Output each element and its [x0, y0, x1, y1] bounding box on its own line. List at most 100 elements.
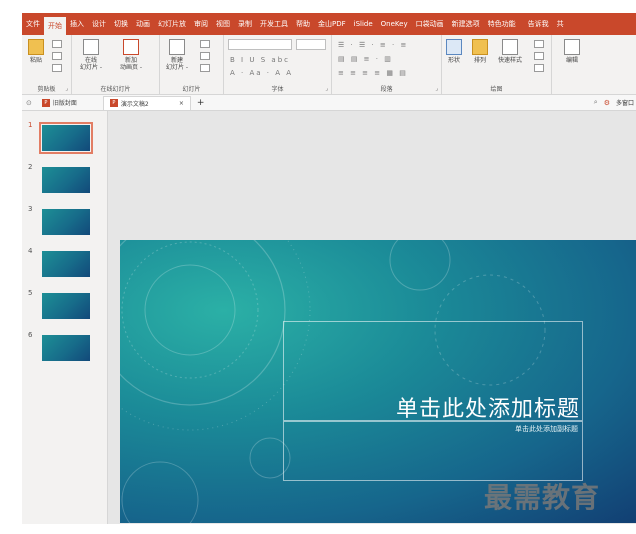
slide-editing-stage: 单击此处添加标题 单击此处添加副标题: [108, 111, 636, 524]
underline-button[interactable]: U: [249, 56, 256, 64]
slide-thumbnail[interactable]: [42, 209, 90, 235]
cut-icon[interactable]: [52, 40, 62, 48]
quick-style-icon: [502, 39, 518, 55]
slide-thumbnail-row[interactable]: 2: [22, 163, 108, 193]
layout-icon[interactable]: [200, 40, 210, 48]
drawing-group-label: 绘图: [490, 86, 503, 93]
ribbon-tab[interactable]: 录制: [234, 13, 256, 35]
arrange-button[interactable]: 排列: [472, 39, 488, 64]
clipboard-group-label: 剪贴板: [37, 86, 56, 93]
slide-number: 2: [28, 163, 33, 171]
section-icon[interactable]: [200, 64, 210, 72]
ppt-file-icon: P: [41, 98, 50, 107]
paragraph-group: ☰ · ☰ · ≡ · ≡ ▤ ▤ ≡ · ▥ ≡ ≡ ≡ ≡ ▦ ▤ 段落 ⌟: [332, 35, 442, 95]
ribbon-tab[interactable]: 文件: [22, 13, 44, 35]
reset-icon[interactable]: [200, 52, 210, 60]
list-buttons[interactable]: ☰ · ☰ · ≡ · ≡: [338, 41, 408, 49]
arrange-icon: [472, 39, 488, 55]
ribbon-tab-bar: 文件 开始 插入 设计 切换 动画 幻灯片放 审阅 视图 录制 开发工具 帮助 金山PDF iSlide O…: [22, 13, 636, 35]
ribbon-tab[interactable]: OneKey: [377, 13, 412, 35]
slide-thumbnail-row[interactable]: 5: [22, 289, 108, 319]
bold-button[interactable]: B: [230, 56, 237, 64]
shape-outline-icon[interactable]: [534, 52, 544, 60]
copy-icon[interactable]: [52, 52, 62, 60]
ribbon-tab[interactable]: 设计: [88, 13, 110, 35]
ribbon-tab[interactable]: iSlide: [350, 13, 377, 35]
clipboard-group: 粘贴 剪贴板 ⌟: [22, 35, 72, 95]
ribbon-tab[interactable]: 口袋动画: [412, 13, 448, 35]
ribbon-tab[interactable]: 特色功能: [484, 13, 520, 35]
ribbon-tab[interactable]: 告诉我: [524, 13, 553, 35]
new-anim-page-button[interactable]: 新加 动画页 -: [120, 39, 142, 71]
ribbon-tab[interactable]: 幻灯片放: [154, 13, 190, 35]
new-tab-button[interactable]: +: [197, 98, 205, 108]
search-icon[interactable]: ⌕: [594, 98, 598, 107]
slide-thumbnail[interactable]: [42, 167, 90, 193]
new-slide-icon: [169, 39, 186, 55]
slide-thumbnail[interactable]: [42, 335, 90, 361]
ppt-file-icon: P: [109, 99, 118, 107]
strike-button[interactable]: S: [261, 56, 267, 64]
paragraph-group-label: 段落: [380, 86, 393, 93]
tab-menu-icon[interactable]: ⊙: [26, 99, 32, 107]
italic-button[interactable]: I: [241, 56, 245, 64]
ribbon-tab[interactable]: 开始: [44, 17, 66, 35]
ribbon-tab[interactable]: 视图: [212, 13, 234, 35]
slide-thumbnail[interactable]: [39, 122, 93, 154]
powerpoint-window: 文件 开始 插入 设计 切换 动画 幻灯片放 审阅 视图 录制 开发工具 帮助 金山PDF iSlide O…: [0, 0, 636, 534]
quick-style-button[interactable]: 快速样式: [498, 39, 522, 64]
font-format-row[interactable]: B I U S abc: [230, 56, 290, 64]
align-buttons[interactable]: ≡ ≡ ≡ ≡ ▦ ▤: [338, 69, 408, 77]
slide-number: 1: [28, 121, 33, 129]
ribbon-tab[interactable]: 新建选项: [448, 13, 484, 35]
shape-fill-icon[interactable]: [534, 40, 544, 48]
online-slides-icon: [83, 39, 100, 55]
slide-thumbnail-pane: 1 2 3 4 5 6: [22, 111, 108, 524]
title-placeholder-text[interactable]: 单击此处添加标题: [282, 391, 580, 423]
settings-icon[interactable]: ⚙: [604, 99, 610, 107]
shape-effects-icon[interactable]: [534, 64, 544, 72]
slide-thumbnail[interactable]: [42, 251, 90, 277]
format-painter-icon[interactable]: [52, 64, 62, 72]
font-color-row[interactable]: A · Aa · A A: [230, 69, 293, 77]
shape-button[interactable]: 形状: [446, 39, 462, 64]
ribbon-tab[interactable]: 金山PDF: [314, 13, 350, 35]
ribbon-tab[interactable]: 插入: [66, 13, 88, 35]
paste-button[interactable]: 粘贴: [28, 39, 44, 64]
multi-window-button[interactable]: 多窗口: [616, 98, 634, 107]
slide-thumbnail-row[interactable]: 6: [22, 331, 108, 361]
ribbon-tab[interactable]: 审阅: [190, 13, 212, 35]
doc-tab-presentation2[interactable]: P 演示文稿2 ×: [102, 95, 191, 110]
font-name-combo[interactable]: [228, 39, 292, 50]
paste-icon: [28, 39, 44, 55]
slide-thumbnail-row[interactable]: 1: [22, 121, 108, 154]
subtitle-placeholder-text[interactable]: 单击此处添加副标题: [282, 424, 578, 434]
ribbon-tab[interactable]: 动画: [132, 13, 154, 35]
editing-button[interactable]: 编辑: [564, 39, 580, 64]
ribbon-tab[interactable]: 开发工具: [256, 13, 292, 35]
slide-thumbnail[interactable]: [42, 293, 90, 319]
editing-group: 编辑: [552, 35, 592, 95]
slide-number: 5: [28, 289, 33, 297]
font-launcher-icon[interactable]: ⌟: [325, 85, 328, 92]
close-tab-icon[interactable]: ×: [179, 100, 184, 107]
drawing-group: 形状 排列 快速样式 绘图: [442, 35, 552, 95]
ribbon-tab[interactable]: 切换: [110, 13, 132, 35]
slide-thumbnail-row[interactable]: 4: [22, 247, 108, 277]
slides-group-label: 幻灯片: [182, 86, 201, 93]
ribbon-tab[interactable]: 帮助: [292, 13, 314, 35]
indent-buttons[interactable]: ▤ ▤ ≡ · ▥: [338, 55, 393, 63]
font-size-combo[interactable]: [296, 39, 326, 50]
new-slide-button[interactable]: 新建 幻灯片 -: [166, 39, 188, 71]
slide-thumbnail-row[interactable]: 3: [22, 205, 108, 235]
paragraph-launcher-icon[interactable]: ⌟: [435, 85, 438, 92]
ribbon-tab[interactable]: 共: [553, 13, 568, 35]
document-tab-bar: ⊙ P 旧版封面 P 演示文稿2 × + ⌕ ⚙ 多窗口: [22, 95, 636, 111]
find-icon: [564, 39, 580, 55]
doc-tab-old-cover[interactable]: P 旧版封面: [36, 96, 83, 110]
slide-number: 6: [28, 331, 33, 339]
online-slides-button[interactable]: 在线 幻灯片 -: [80, 39, 102, 71]
clipboard-launcher-icon[interactable]: ⌟: [65, 85, 68, 92]
char-spacing-button[interactable]: abc: [271, 56, 290, 64]
new-anim-icon: [123, 39, 140, 55]
